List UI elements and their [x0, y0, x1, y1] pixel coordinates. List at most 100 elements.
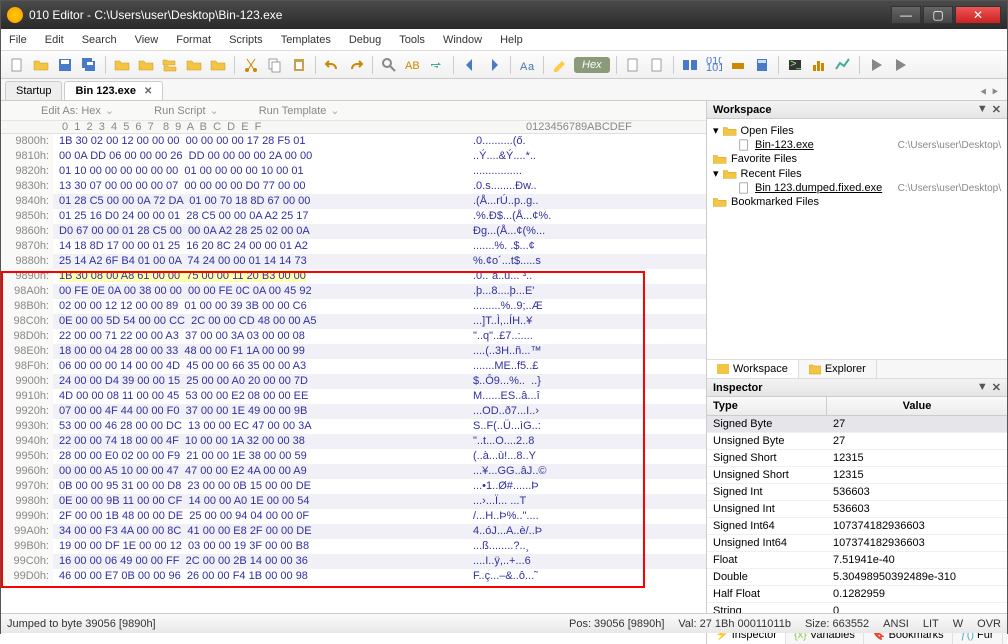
- panel-close-icon[interactable]: ✕: [992, 103, 1001, 116]
- cut-icon[interactable]: [241, 55, 261, 75]
- play-icon[interactable]: [866, 55, 886, 75]
- nav-back-icon[interactable]: [460, 55, 480, 75]
- hex-row[interactable]: 99A0h:34 00 00 F3 4A 00 00 8C 41 00 00 E…: [1, 524, 706, 539]
- status-w[interactable]: W: [953, 618, 963, 630]
- status-endian[interactable]: LIT: [923, 618, 939, 630]
- tree-file-bin123[interactable]: Bin-123.exe C:\Users\user\Desktop\: [713, 138, 1001, 152]
- hex-row[interactable]: 98B0h:02 00 00 12 12 00 00 89 01 00 00 3…: [1, 299, 706, 314]
- hex-row[interactable]: 9840h:01 28 C5 00 00 0A 72 DA 01 00 70 1…: [1, 194, 706, 209]
- folder4-icon[interactable]: [184, 55, 204, 75]
- panel-close-icon[interactable]: ✕: [992, 381, 1001, 394]
- hex-row[interactable]: 99D0h:46 00 00 E7 0B 00 00 96 26 00 00 F…: [1, 569, 706, 584]
- copy-icon[interactable]: [265, 55, 285, 75]
- hex-row[interactable]: 9860h:D0 67 00 00 01 28 C5 00 00 0A A2 2…: [1, 224, 706, 239]
- menu-edit[interactable]: Edit: [45, 34, 64, 46]
- menu-debug[interactable]: Debug: [349, 34, 381, 46]
- compare-icon[interactable]: [680, 55, 700, 75]
- hex-row[interactable]: 9950h:28 00 00 E0 02 00 00 F9 21 00 00 1…: [1, 449, 706, 464]
- folder-stack-icon[interactable]: [160, 55, 180, 75]
- histogram-icon[interactable]: [809, 55, 829, 75]
- tab-startup[interactable]: Startup: [5, 81, 62, 100]
- panel-pin-icon[interactable]: ▼: [977, 103, 988, 116]
- status-ovr[interactable]: OVR: [977, 618, 1001, 630]
- inspector-row[interactable]: Unsigned Byte27: [707, 433, 1007, 450]
- open-folder-icon[interactable]: [31, 55, 51, 75]
- inspector-row[interactable]: Unsigned Int536603: [707, 501, 1007, 518]
- inspector-row[interactable]: Double5.30498950392489e-310: [707, 569, 1007, 586]
- font-icon[interactable]: Aa: [517, 55, 537, 75]
- play2-icon[interactable]: [890, 55, 910, 75]
- hex-row[interactable]: 9850h:01 25 16 D0 24 00 00 01 28 C5 00 0…: [1, 209, 706, 224]
- hex-row[interactable]: 9910h:4D 00 00 08 11 00 00 45 53 00 00 E…: [1, 389, 706, 404]
- hex-row[interactable]: 9980h:0E 00 00 9B 11 00 00 CF 14 00 00 A…: [1, 494, 706, 509]
- folder2-icon[interactable]: [112, 55, 132, 75]
- menu-window[interactable]: Window: [443, 34, 482, 46]
- menu-tools[interactable]: Tools: [399, 34, 425, 46]
- hex-row[interactable]: 9810h:00 0A DD 06 00 00 00 26 DD 00 00 0…: [1, 149, 706, 164]
- tree-open-files[interactable]: ▾ Open Files: [713, 123, 1001, 138]
- folder5-icon[interactable]: [208, 55, 228, 75]
- menu-format[interactable]: Format: [176, 34, 211, 46]
- hex-row[interactable]: 98D0h:22 00 00 71 22 00 00 A3 37 00 00 3…: [1, 329, 706, 344]
- hex-row[interactable]: 99C0h:16 00 00 06 49 00 00 FF 2C 00 00 2…: [1, 554, 706, 569]
- goto-icon[interactable]: [427, 55, 447, 75]
- menu-view[interactable]: View: [135, 34, 159, 46]
- undo-icon[interactable]: [322, 55, 342, 75]
- paste-icon[interactable]: [289, 55, 309, 75]
- tree-bookmarked[interactable]: Bookmarked Files: [713, 195, 1001, 209]
- inspector-row[interactable]: Signed Int64107374182936603: [707, 518, 1007, 535]
- tree-recent[interactable]: ▾ Recent Files: [713, 166, 1001, 181]
- hex-toggle-button[interactable]: Hex: [574, 57, 610, 73]
- inspector-row[interactable]: Unsigned Short12315: [707, 467, 1007, 484]
- hex-row[interactable]: 9930h:53 00 00 46 28 00 00 DC 13 00 00 E…: [1, 419, 706, 434]
- save-icon[interactable]: [55, 55, 75, 75]
- minimize-button[interactable]: —: [891, 6, 921, 24]
- hex-row[interactable]: 9800h:1B 30 02 00 12 00 00 00 00 00 00 0…: [1, 134, 706, 149]
- inspector-row[interactable]: Unsigned Int64107374182936603: [707, 535, 1007, 552]
- hex-row[interactable]: 98C0h:0E 00 00 5D 54 00 00 CC 2C 00 00 C…: [1, 314, 706, 329]
- panel-pin-icon[interactable]: ▼: [977, 381, 988, 394]
- menu-scripts[interactable]: Scripts: [229, 34, 263, 46]
- hex-row[interactable]: 98E0h:18 00 00 04 28 00 00 33 48 00 00 F…: [1, 344, 706, 359]
- ws-tab-explorer[interactable]: Explorer: [799, 360, 877, 378]
- search-icon[interactable]: [379, 55, 399, 75]
- run-template-dropdown[interactable]: Run Template: [259, 104, 340, 117]
- inspector-row[interactable]: Half Float0.1282959: [707, 586, 1007, 603]
- hex-row[interactable]: 9970h:0B 00 00 95 31 00 00 D8 23 00 00 0…: [1, 479, 706, 494]
- ws-tab-workspace[interactable]: Workspace: [707, 360, 799, 378]
- hex-row[interactable]: 9870h:14 18 8D 17 00 00 01 25 16 20 8C 2…: [1, 239, 706, 254]
- tab-scroll-right-icon[interactable]: ⯈: [990, 87, 999, 100]
- inspector-row[interactable]: Signed Int536603: [707, 484, 1007, 501]
- doc2-icon[interactable]: [647, 55, 667, 75]
- menu-templates[interactable]: Templates: [281, 34, 331, 46]
- menu-search[interactable]: Search: [82, 34, 117, 46]
- close-button[interactable]: ✕: [955, 6, 1001, 24]
- hex-row[interactable]: 9830h:13 30 07 00 00 00 00 07 00 00 00 0…: [1, 179, 706, 194]
- status-encoding[interactable]: ANSI: [883, 618, 909, 630]
- menu-file[interactable]: File: [9, 34, 27, 46]
- redo-icon[interactable]: [346, 55, 366, 75]
- hex-row[interactable]: 9940h:22 00 00 74 18 00 00 4F 10 00 00 1…: [1, 434, 706, 449]
- hex-row[interactable]: 9820h:01 10 00 00 00 00 00 00 01 00 00 0…: [1, 164, 706, 179]
- hex-row[interactable]: 9880h:25 14 A2 6F B4 01 00 0A 74 24 00 0…: [1, 254, 706, 269]
- hex-row[interactable]: 9960h:00 00 00 A5 10 00 00 47 47 00 00 E…: [1, 464, 706, 479]
- tab-scroll-left-icon[interactable]: ⯇: [979, 87, 988, 100]
- find-replace-icon[interactable]: AB: [403, 55, 423, 75]
- run-script-dropdown[interactable]: Run Script: [154, 104, 219, 117]
- terminal-icon[interactable]: >_: [785, 55, 805, 75]
- hex-row[interactable]: 9890h:1B 30 08 00 A8 61 00 00 75 00 00 1…: [1, 269, 706, 284]
- new-file-icon[interactable]: [7, 55, 27, 75]
- tab-active-file[interactable]: Bin 123.exe✕: [64, 81, 163, 100]
- hex-editor[interactable]: Edit As: Hex Run Script Run Template 0 1…: [1, 101, 707, 644]
- highlight-icon[interactable]: [550, 55, 570, 75]
- maximize-button[interactable]: ▢: [923, 6, 953, 24]
- close-tab-icon[interactable]: ✕: [144, 86, 152, 97]
- menu-help[interactable]: Help: [500, 34, 523, 46]
- hex-row[interactable]: 99B0h:19 00 00 DF 1E 00 00 12 03 00 00 1…: [1, 539, 706, 554]
- save-all-icon[interactable]: [79, 55, 99, 75]
- hex-row[interactable]: 9900h:24 00 00 D4 39 00 00 15 25 00 00 A…: [1, 374, 706, 389]
- tree-favorites[interactable]: Favorite Files: [713, 152, 1001, 166]
- hex-row[interactable]: 9920h:07 00 00 4F 44 00 00 F0 37 00 00 1…: [1, 404, 706, 419]
- tree-recent-file[interactable]: Bin 123.dumped.fixed.exe C:\Users\user\D…: [713, 181, 1001, 195]
- calc-icon[interactable]: [752, 55, 772, 75]
